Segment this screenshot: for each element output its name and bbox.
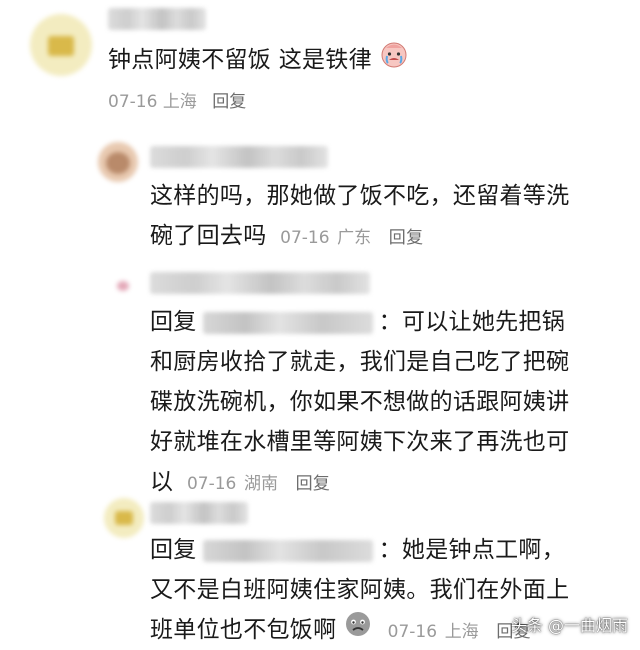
comment-date: 07-16 bbox=[108, 92, 158, 112]
reply-line: 好就堆在水槽里等阿姨下次来了再洗也可 bbox=[150, 429, 570, 455]
reply-line: 碟放洗碗机，你如果不想做的话跟阿姨讲 bbox=[150, 389, 570, 415]
comment-thread: 钟点阿姨不留饭 这是铁律 07-16 上海 回复 这样的吗，那她做了饭不吃，还留… bbox=[0, 0, 640, 650]
sad-face-icon bbox=[344, 610, 372, 650]
reply-text: 回复 ：可以让她先把锅 和厨房收拾了就走，我们是自己吃了把碗 碟放洗碗机，你如果不… bbox=[150, 302, 569, 504]
reply-button[interactable]: 回复 bbox=[296, 474, 331, 494]
reply-location: 湖南 bbox=[243, 474, 278, 494]
user-avatar[interactable] bbox=[108, 272, 138, 302]
username-blurred[interactable] bbox=[150, 146, 328, 168]
username-blurred[interactable] bbox=[108, 8, 206, 30]
comment-meta: 07-16 上海 回复 bbox=[108, 84, 246, 120]
user-avatar[interactable] bbox=[104, 498, 144, 538]
reply-line-with-meta: 以 07-16 湖南 回复 bbox=[150, 462, 569, 504]
reply-date: 07-16 bbox=[186, 474, 237, 494]
comment-location: 上海 bbox=[162, 92, 197, 112]
reply-prefix: 回复 bbox=[150, 537, 197, 563]
mentioned-user-blurred[interactable] bbox=[202, 311, 373, 334]
crying-face-icon bbox=[380, 40, 408, 81]
user-avatar[interactable] bbox=[30, 14, 92, 76]
reply-line: 这样的吗，那她做了饭不吃，还留着等洗 bbox=[150, 183, 570, 209]
comment-body: 钟点阿姨不留饭 这是铁律 bbox=[108, 47, 372, 73]
reply-line: 又不是白班阿姨住家阿姨。我们在外面上 bbox=[150, 577, 570, 603]
reply-date: 07-16 bbox=[280, 228, 330, 248]
reply-text: 这样的吗，那她做了饭不吃，还留着等洗 碗了回去吗 07-16 广东 回复 bbox=[150, 176, 569, 258]
reply-line-text: 可以让她先把锅 bbox=[401, 309, 566, 335]
reply-line-with-meta: 碗了回去吗 07-16 广东 回复 bbox=[150, 216, 569, 258]
reply-colon: ： bbox=[378, 537, 402, 563]
reply-button[interactable]: 回复 bbox=[389, 228, 424, 248]
reply-line: 回复 ：她是钟点工啊， bbox=[150, 530, 569, 570]
reply-line: 班单位也不包饭啊 bbox=[150, 617, 337, 643]
reply-location: 上海 bbox=[444, 622, 479, 642]
reply-location: 广东 bbox=[337, 228, 372, 248]
username-blurred[interactable] bbox=[150, 272, 370, 294]
username-blurred[interactable] bbox=[150, 502, 248, 524]
reply-line: 回复 ：可以让她先把锅 bbox=[150, 302, 569, 342]
reply-date: 07-16 bbox=[387, 622, 438, 642]
watermark: 头条 @一曲烟雨 bbox=[510, 616, 628, 635]
mentioned-user-blurred[interactable] bbox=[202, 539, 373, 562]
reply-line: 碗了回去吗 bbox=[150, 223, 267, 249]
reply-line: 以 bbox=[150, 469, 174, 495]
reply-text: 回复 ：她是钟点工啊， 又不是白班阿姨住家阿姨。我们在外面上 班单位也不包饭啊 0… bbox=[150, 530, 569, 650]
reply-colon: ： bbox=[378, 309, 402, 335]
reply-line-with-meta: 班单位也不包饭啊 07-16 上海 回复 bbox=[150, 610, 569, 650]
comment-text: 钟点阿姨不留饭 这是铁律 bbox=[108, 40, 408, 81]
reply-line-text: 她是钟点工啊， bbox=[401, 537, 566, 563]
reply-button[interactable]: 回复 bbox=[212, 92, 246, 112]
reply-prefix: 回复 bbox=[150, 309, 197, 335]
user-avatar[interactable] bbox=[98, 142, 138, 182]
reply-line: 和厨房收拾了就走，我们是自己吃了把碗 bbox=[150, 349, 570, 375]
